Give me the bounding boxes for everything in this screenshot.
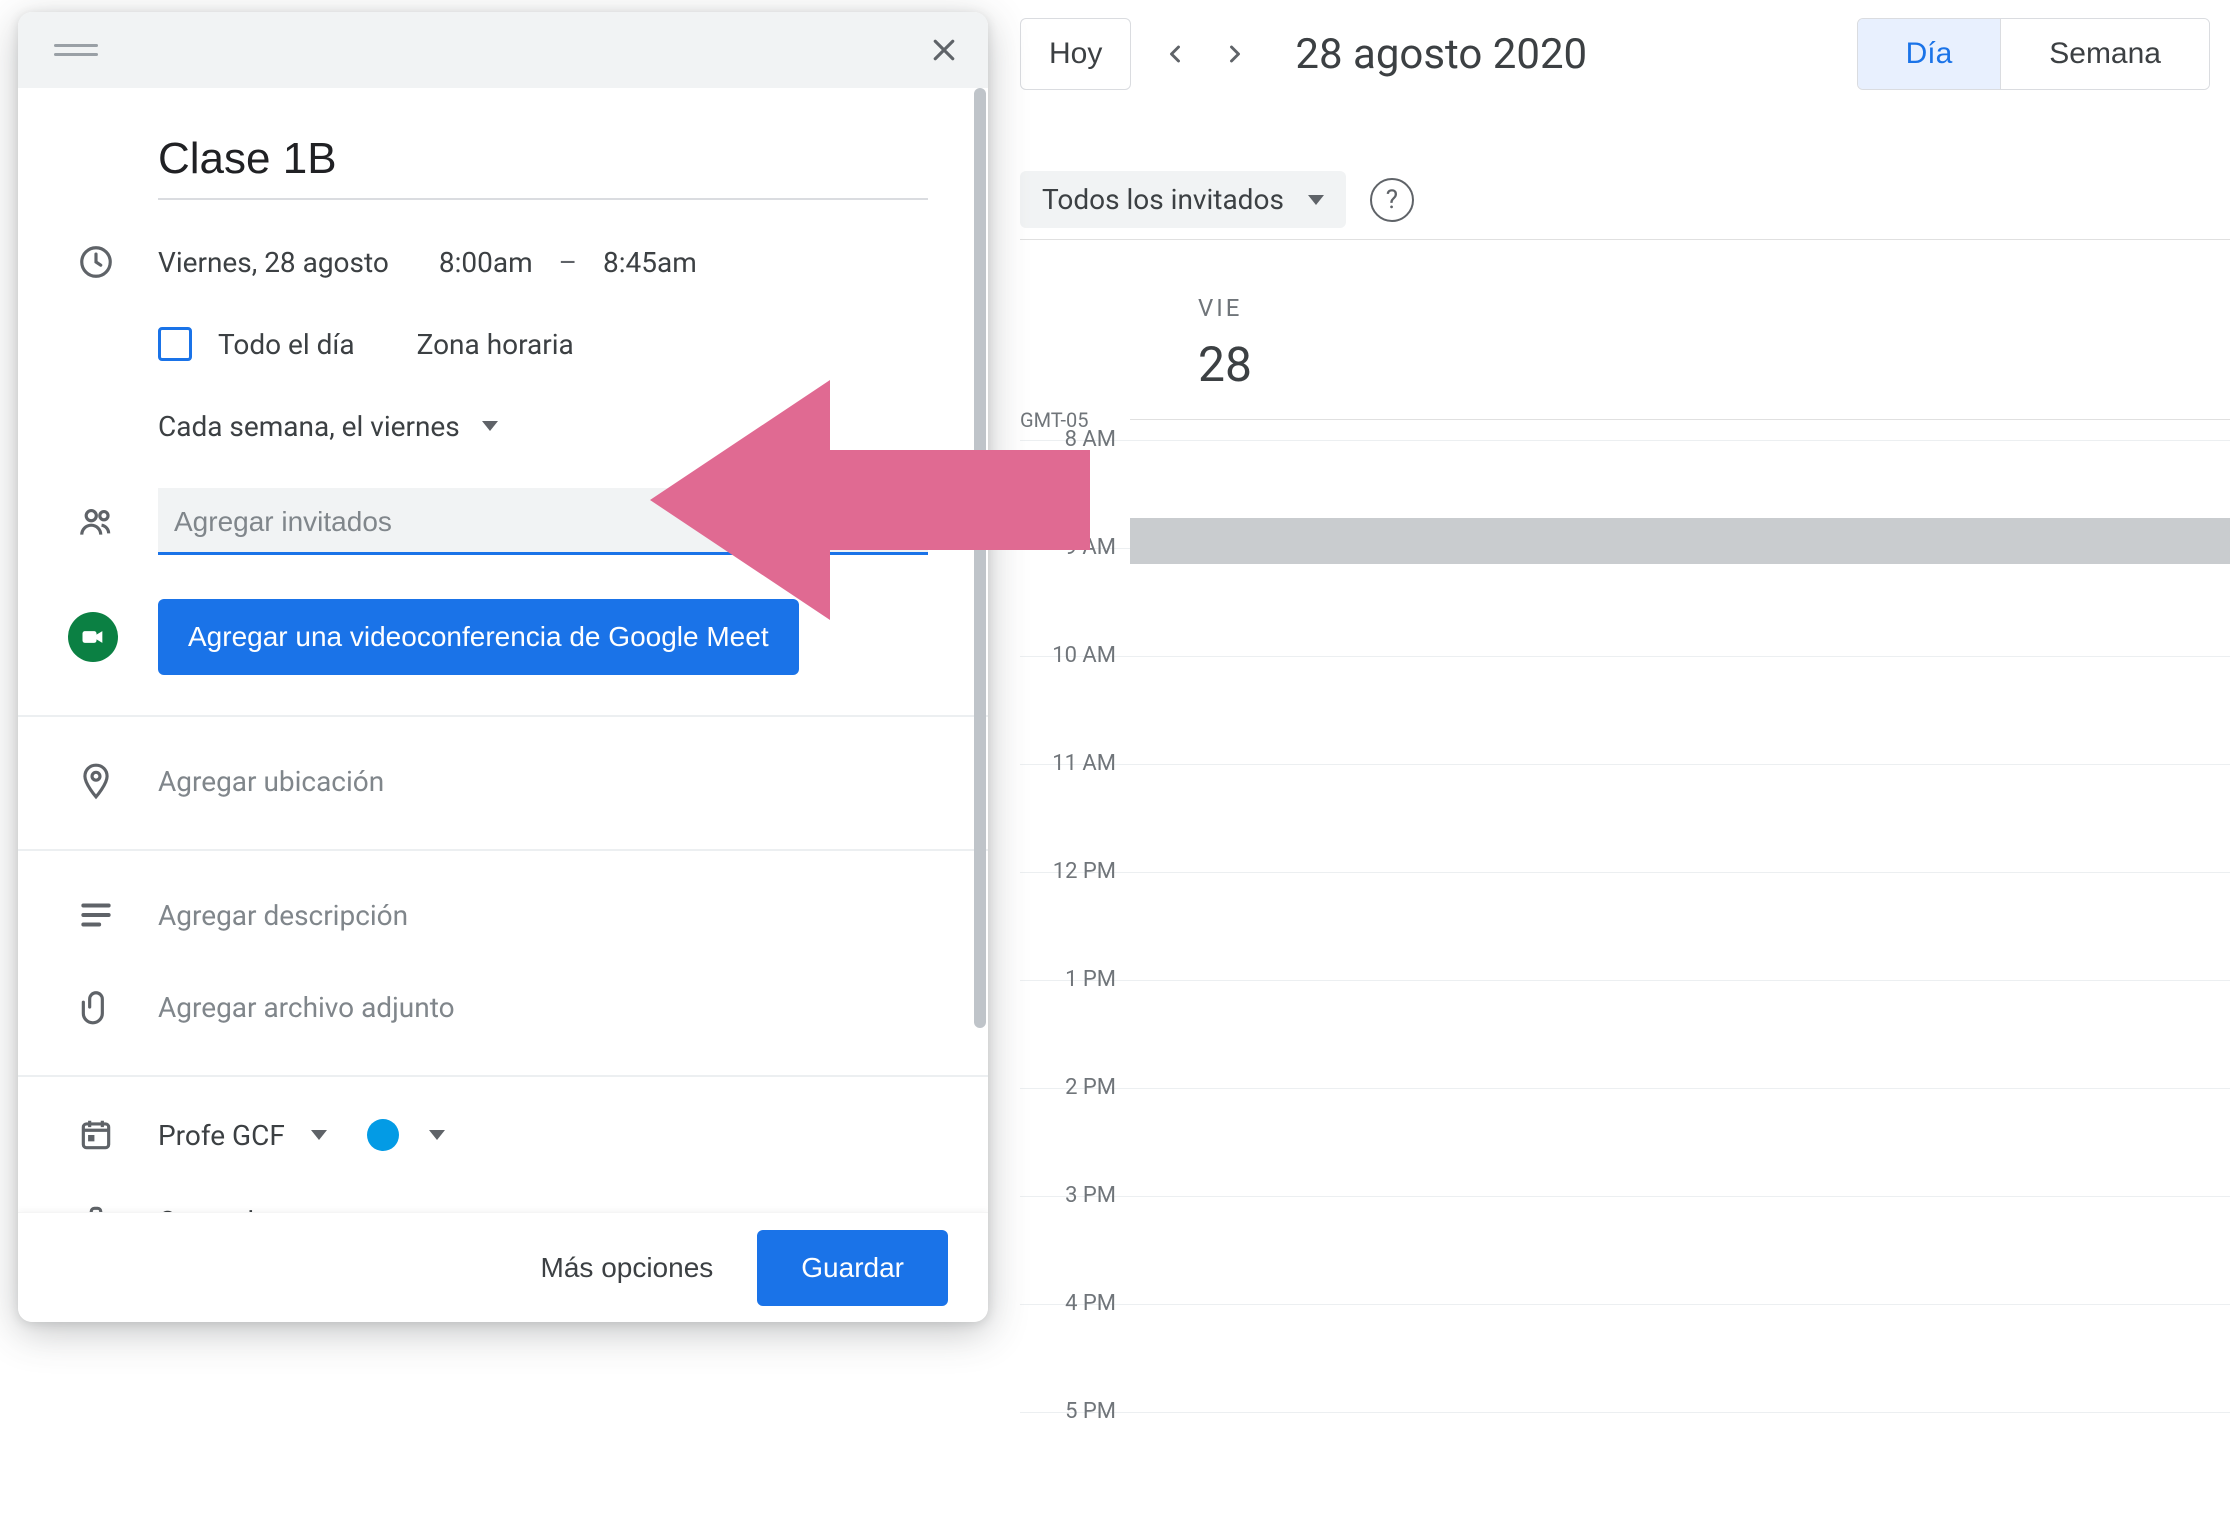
time-label: 11 AM	[1020, 751, 1116, 776]
date-range-label: 28 agosto 2020	[1295, 30, 1587, 79]
event-end-time[interactable]: 8:45am	[603, 246, 697, 279]
all-day-checkbox[interactable]	[158, 327, 192, 361]
filter-row: Todos los invitados ?	[1020, 160, 2230, 240]
dialog-body: Viernes, 28 agosto 8:00am – 8:45am Todo …	[18, 88, 988, 1212]
location-placeholder: Agregar ubicación	[158, 765, 384, 798]
add-meet-button[interactable]: Agregar una videoconferencia de Google M…	[158, 599, 799, 675]
prev-arrow-icon[interactable]	[1155, 34, 1195, 74]
view-toggle: Día Semana	[1857, 18, 2210, 90]
description-placeholder: Agregar descripción	[158, 899, 408, 932]
meet-row: Agregar una videoconferencia de Google M…	[158, 599, 928, 675]
chevron-down-icon	[429, 1130, 445, 1140]
divider	[18, 849, 988, 851]
attachment-icon	[74, 985, 118, 1029]
all-day-label[interactable]: Todo el día	[218, 328, 355, 361]
event-title-input[interactable]	[158, 128, 928, 200]
view-week-button[interactable]: Semana	[2000, 19, 2209, 89]
divider	[18, 715, 988, 717]
location-row[interactable]: Agregar ubicación	[158, 753, 928, 809]
event-block[interactable]	[1130, 518, 2230, 564]
notes-icon	[74, 893, 118, 937]
briefcase-icon	[74, 1199, 118, 1212]
time-label: 12 PM	[1020, 859, 1116, 884]
close-icon[interactable]	[920, 26, 968, 74]
next-arrow-icon[interactable]	[1215, 34, 1255, 74]
time-label: 10 AM	[1020, 643, 1116, 668]
help-icon[interactable]: ?	[1370, 178, 1414, 222]
dialog-footer: Más opciones Guardar	[18, 1212, 988, 1322]
event-date[interactable]: Viernes, 28 agosto	[158, 246, 389, 279]
chevron-down-icon	[482, 421, 498, 431]
drag-handle-icon[interactable]	[54, 38, 98, 62]
time-label: 5 PM	[1020, 1399, 1116, 1424]
time-label: 9 AM	[1020, 535, 1116, 560]
attachment-row[interactable]: Agregar archivo adjunto	[158, 979, 928, 1035]
event-start-time[interactable]: 8:00am	[439, 246, 533, 279]
description-row[interactable]: Agregar descripción	[158, 887, 928, 943]
datetime-row[interactable]: Viernes, 28 agosto 8:00am – 8:45am	[158, 234, 928, 290]
timezone-link[interactable]: Zona horaria	[417, 328, 574, 361]
view-day-button[interactable]: Día	[1858, 19, 2001, 89]
event-color-dot[interactable]	[367, 1119, 399, 1151]
recurrence-dropdown[interactable]: Cada semana, el viernes	[158, 398, 928, 454]
chevron-down-icon	[311, 1130, 327, 1140]
people-icon	[74, 500, 118, 544]
all-guests-dropdown[interactable]: Todos los invitados	[1020, 171, 1346, 228]
day-column-header: VIE 28	[1130, 260, 2230, 420]
calendar-icon	[74, 1113, 118, 1157]
location-icon	[74, 759, 118, 803]
time-grid: 8 AM 9 AM 10 AM 11 AM 12 PM 1 PM 2 PM 3 …	[1020, 440, 2230, 1344]
weekday-label: VIE	[1198, 294, 1242, 322]
clock-icon	[74, 240, 118, 284]
time-label: 4 PM	[1020, 1291, 1116, 1316]
divider	[18, 1075, 988, 1077]
chevron-down-icon	[1308, 195, 1324, 205]
availability-select[interactable]: Ocupado	[158, 1193, 928, 1212]
save-button[interactable]: Guardar	[757, 1230, 948, 1306]
availability-label: Ocupado	[158, 1205, 270, 1213]
calendar-select[interactable]: Profe GCF	[158, 1107, 928, 1163]
recurrence-label: Cada semana, el viernes	[158, 410, 460, 443]
time-label: 1 PM	[1020, 967, 1116, 992]
add-guests-input[interactable]	[158, 488, 928, 555]
meet-icon	[68, 612, 118, 662]
more-options-button[interactable]: Más opciones	[529, 1236, 726, 1300]
calendar-topbar: Hoy 28 agosto 2020 Día Semana	[1020, 10, 2210, 98]
scrollbar[interactable]	[974, 88, 986, 1028]
attachment-placeholder: Agregar archivo adjunto	[158, 991, 455, 1024]
guests-row	[158, 488, 928, 555]
time-label: 3 PM	[1020, 1183, 1116, 1208]
all-day-row: Todo el día Zona horaria	[158, 316, 928, 372]
date-nav	[1155, 34, 1255, 74]
event-editor-dialog: Viernes, 28 agosto 8:00am – 8:45am Todo …	[18, 12, 988, 1322]
day-number: 28	[1198, 336, 1252, 393]
all-guests-label: Todos los invitados	[1042, 183, 1284, 216]
time-label: 8 AM	[1020, 427, 1116, 452]
time-separator: –	[551, 246, 585, 279]
dialog-header	[18, 12, 988, 88]
today-button[interactable]: Hoy	[1020, 18, 1131, 90]
time-label: 2 PM	[1020, 1075, 1116, 1100]
calendar-name: Profe GCF	[158, 1119, 285, 1152]
